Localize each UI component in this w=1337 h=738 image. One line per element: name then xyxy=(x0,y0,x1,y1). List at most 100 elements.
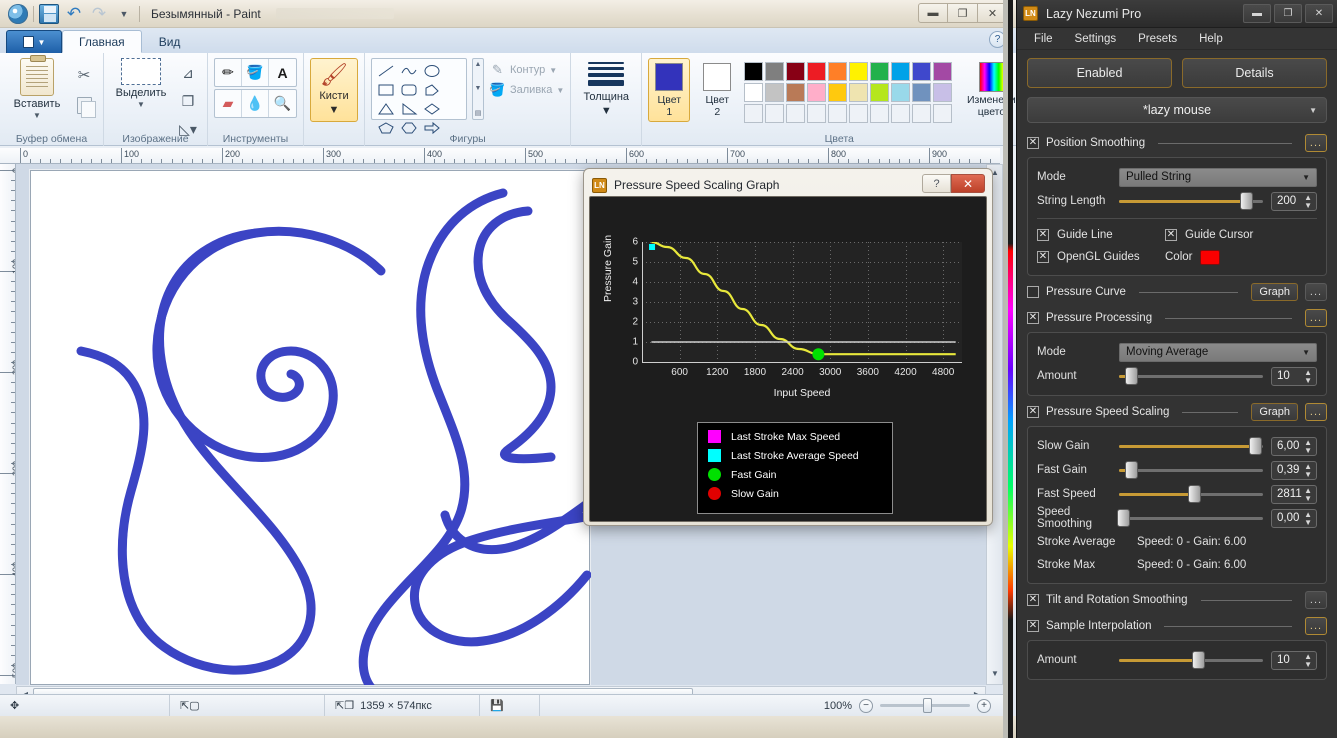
pressure-processing-options-button[interactable]: ... xyxy=(1305,309,1327,327)
undo-icon[interactable]: ↶ xyxy=(64,4,84,24)
spinner-arrows-icon[interactable]: ▲ ▼ xyxy=(1304,510,1312,527)
fast-speed-slider[interactable] xyxy=(1119,485,1263,503)
palette-swatch[interactable] xyxy=(870,104,890,123)
text-icon[interactable]: A xyxy=(269,59,296,86)
paint-menu-icon[interactable] xyxy=(8,3,28,24)
slider-thumb[interactable] xyxy=(1117,509,1130,527)
checkbox-pressure-curve[interactable] xyxy=(1027,286,1039,298)
palette-swatch[interactable] xyxy=(765,104,785,123)
colorpicker-icon[interactable]: 💧 xyxy=(242,90,269,117)
palette-swatch[interactable] xyxy=(744,62,764,81)
tab-home[interactable]: Главная xyxy=(62,30,142,53)
slider-thumb[interactable] xyxy=(1125,461,1139,479)
spinner-arrows-icon[interactable]: ▲ ▼ xyxy=(1304,462,1312,479)
fill-button[interactable]: 🪣 Заливка ▼ xyxy=(489,82,564,98)
amount-spinner[interactable]: 10 ▲ ▼ xyxy=(1271,366,1317,386)
zoom-out-button[interactable]: − xyxy=(859,698,873,713)
palette-swatch[interactable] xyxy=(786,104,806,123)
zoom-in-button[interactable]: + xyxy=(977,698,991,713)
slider-thumb[interactable] xyxy=(1187,485,1201,503)
menu-help[interactable]: Help xyxy=(1188,28,1234,50)
pressure-curve-graph-button[interactable]: Graph xyxy=(1251,283,1298,301)
checkbox-opengl-guides[interactable]: ✕ xyxy=(1037,251,1049,263)
thickness-button[interactable]: Толщина ▼ xyxy=(577,58,635,117)
amount-slider[interactable] xyxy=(1119,651,1263,669)
fast-speed-spinner[interactable]: 2811 ▲ ▼ xyxy=(1271,484,1317,504)
cut-button[interactable]: ✂ xyxy=(71,62,97,88)
palette-swatch[interactable] xyxy=(870,83,890,102)
customize-qat-icon[interactable]: ▼ xyxy=(114,4,134,24)
palette-swatch[interactable] xyxy=(933,83,953,102)
slider-thumb[interactable] xyxy=(1124,367,1138,385)
palette-swatch[interactable] xyxy=(849,83,869,102)
magnifier-icon[interactable]: 🔍 xyxy=(269,90,296,117)
shape-right-triangle[interactable] xyxy=(397,99,420,118)
palette-swatch[interactable] xyxy=(807,83,827,102)
shape-triangle[interactable] xyxy=(374,99,397,118)
spinner-arrows-icon[interactable]: ▲ ▼ xyxy=(1304,193,1312,210)
shape-ellipse[interactable] xyxy=(420,61,443,80)
zoom-slider[interactable] xyxy=(880,698,970,713)
save-icon[interactable] xyxy=(39,3,59,24)
pressure-curve-options-button[interactable]: ... xyxy=(1305,283,1327,301)
minimize-icon[interactable]: ▬ xyxy=(918,3,948,23)
checkbox-position-smoothing[interactable]: ✕ xyxy=(1027,137,1039,149)
color-palette[interactable] xyxy=(744,58,953,123)
spinner-arrows-icon[interactable]: ▲ ▼ xyxy=(1304,368,1312,385)
scroll-up-icon[interactable]: ▲ xyxy=(475,61,482,68)
palette-swatch[interactable] xyxy=(765,83,785,102)
paint-canvas[interactable] xyxy=(30,170,596,685)
palette-swatch[interactable] xyxy=(828,104,848,123)
minimize-icon[interactable]: ▬ xyxy=(1243,4,1271,23)
close-icon[interactable]: ✕ xyxy=(951,174,985,193)
outline-button[interactable]: ✎ Контур ▼ xyxy=(489,62,564,78)
palette-swatch[interactable] xyxy=(912,62,932,81)
color2-button[interactable]: Цвет 2 xyxy=(696,58,738,122)
palette-swatch[interactable] xyxy=(807,62,827,81)
palette-swatch[interactable] xyxy=(870,62,890,81)
shapes-scrollbar[interactable]: ▲ ▼ ▤ xyxy=(472,58,484,120)
chart-marker-avg-speed[interactable] xyxy=(649,244,656,250)
maximize-icon[interactable]: ❐ xyxy=(1274,4,1302,23)
scroll-down-icon[interactable]: ▼ xyxy=(475,85,482,92)
shape-curve[interactable] xyxy=(397,61,420,80)
palette-swatch[interactable] xyxy=(933,62,953,81)
zoom-control[interactable]: 100% − + xyxy=(824,698,1003,713)
pressure-speed-scaling-graph-button[interactable]: Graph xyxy=(1251,403,1298,421)
eraser-icon[interactable]: ▰ xyxy=(215,90,242,117)
shape-rounded-rect[interactable] xyxy=(397,80,420,99)
slider-thumb[interactable] xyxy=(1239,192,1253,210)
checkbox-guide-line[interactable]: ✕ xyxy=(1037,229,1049,241)
slow-gain-slider[interactable] xyxy=(1119,437,1263,455)
string-length-spinner[interactable]: 200 ▲ ▼ xyxy=(1271,191,1317,211)
slider-thumb[interactable] xyxy=(1192,651,1206,669)
spinner-arrows-icon[interactable]: ▲ ▼ xyxy=(1304,652,1312,669)
menu-file[interactable]: File xyxy=(1023,28,1064,50)
pressure-speed-scaling-options-button[interactable]: ... xyxy=(1305,403,1327,421)
mode-dropdown[interactable]: Moving Average ▼ xyxy=(1119,342,1317,362)
tilt-rotation-options-button[interactable]: ... xyxy=(1305,591,1327,609)
palette-swatch[interactable] xyxy=(765,62,785,81)
palette-swatch[interactable] xyxy=(849,62,869,81)
pencil-icon[interactable]: ✏ xyxy=(215,59,242,86)
palette-swatch[interactable] xyxy=(807,104,827,123)
shape-line[interactable] xyxy=(374,61,397,80)
fill-icon[interactable]: 🪣 xyxy=(242,59,269,86)
sample-interpolation-options-button[interactable]: ... xyxy=(1305,617,1327,635)
crop-icon[interactable]: ⊿ xyxy=(175,60,201,86)
color1-button[interactable]: Цвет 1 xyxy=(648,58,691,122)
copy-button[interactable] xyxy=(71,92,97,118)
palette-swatch[interactable] xyxy=(912,83,932,102)
palette-swatch[interactable] xyxy=(933,104,953,123)
help-icon[interactable]: ? xyxy=(922,174,951,193)
palette-swatch[interactable] xyxy=(786,83,806,102)
spinner-arrows-icon[interactable]: ▲ ▼ xyxy=(1304,438,1312,455)
palette-swatch[interactable] xyxy=(786,62,806,81)
brushes-button[interactable]: 🖌 Кисти ▼ xyxy=(310,58,358,122)
scroll-more-icon[interactable]: ▤ xyxy=(475,109,482,117)
palette-swatch[interactable] xyxy=(891,62,911,81)
resize-icon[interactable]: ❐ xyxy=(175,88,201,114)
details-button[interactable]: Details xyxy=(1182,58,1327,88)
file-menu-button[interactable]: ▼ xyxy=(6,30,62,53)
paste-button[interactable]: Вставить ▼ xyxy=(6,55,68,120)
